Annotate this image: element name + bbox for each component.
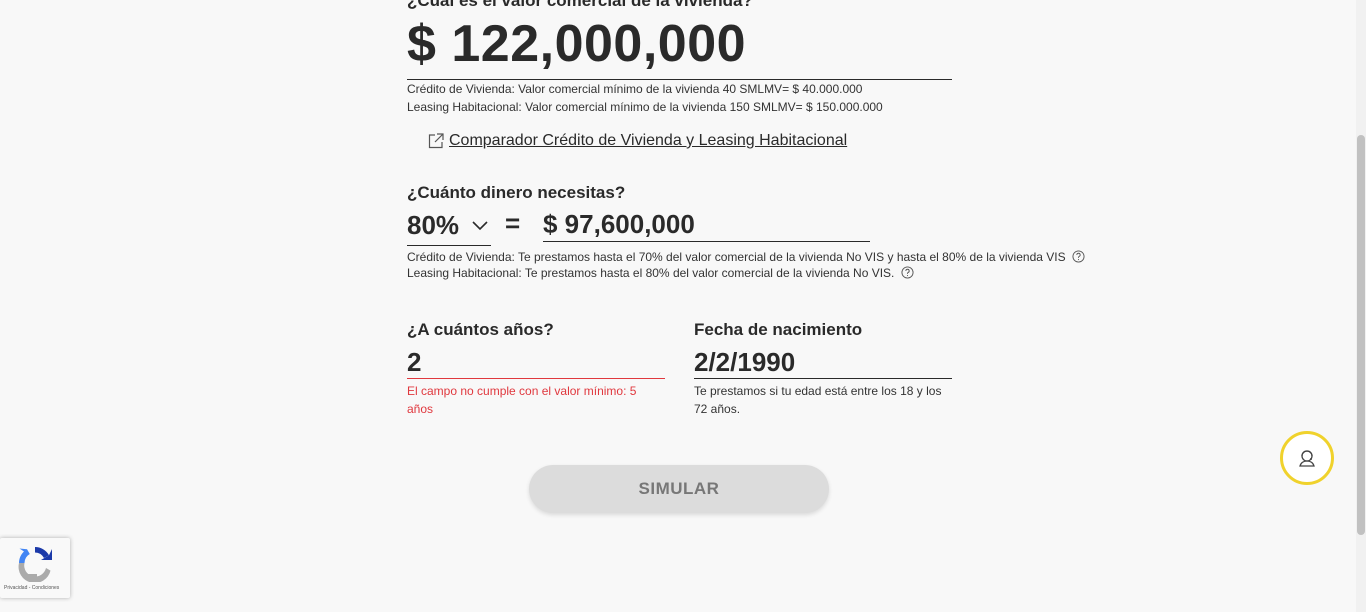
percentage-select-underline (407, 245, 491, 246)
birthdate-hint: Te prestamos si tu edad está entre los 1… (694, 384, 942, 416)
loan-credito-note-text: Crédito de Vivienda: Te prestamos hasta … (407, 250, 1066, 264)
chevron-down-icon[interactable] (471, 218, 489, 232)
property-credito-note: Crédito de Vivienda: Valor comercial mín… (407, 82, 863, 96)
equals-sign: = (505, 208, 521, 238)
loan-amount-underline (543, 241, 870, 242)
birthdate-label: Fecha de nacimiento (694, 320, 863, 339)
recaptcha-badge[interactable]: Privacidad - Condiciones (0, 538, 70, 598)
term-input-underline (407, 378, 665, 379)
property-leasing-note: Leasing Habitacional: Valor comercial mí… (407, 100, 883, 114)
recaptcha-logo-icon (18, 547, 52, 582)
property-value-question: ¿Cuál es el valor comercial de la vivien… (407, 0, 753, 10)
help-icon[interactable] (1072, 250, 1085, 263)
percentage-select-value[interactable]: 80% (407, 210, 459, 241)
term-label: ¿A cuántos años? (407, 320, 554, 339)
recaptcha-footer[interactable]: Privacidad - Condiciones (4, 585, 59, 591)
birthdate-input-underline (694, 378, 952, 379)
support-agent-icon (1299, 450, 1315, 467)
support-chat-button[interactable] (1280, 431, 1334, 485)
term-input[interactable]: 2 (407, 347, 421, 378)
loan-leasing-note: Leasing Habitacional: Te prestamos hasta… (407, 264, 914, 282)
birthdate-input[interactable]: 2/2/1990 (694, 347, 795, 378)
scrollbar-thumb[interactable] (1357, 135, 1365, 535)
help-icon[interactable] (901, 266, 914, 279)
simulate-button[interactable]: SIMULAR (529, 465, 829, 513)
loan-amount-value: $ 97,600,000 (543, 209, 695, 239)
loan-leasing-note-text: Leasing Habitacional: Te prestamos hasta… (407, 266, 895, 280)
comparator-link[interactable]: Comparador Crédito de Vivienda y Leasing… (427, 132, 847, 150)
loan-question: ¿Cuánto dinero necesitas? (407, 183, 626, 202)
term-error-message: El campo no cumple con el valor mínimo: … (407, 384, 637, 416)
external-link-icon (427, 132, 445, 150)
comparator-link-label: Comparador Crédito de Vivienda y Leasing… (449, 132, 848, 149)
property-value-input[interactable]: $ 122,000,000 (407, 14, 746, 74)
